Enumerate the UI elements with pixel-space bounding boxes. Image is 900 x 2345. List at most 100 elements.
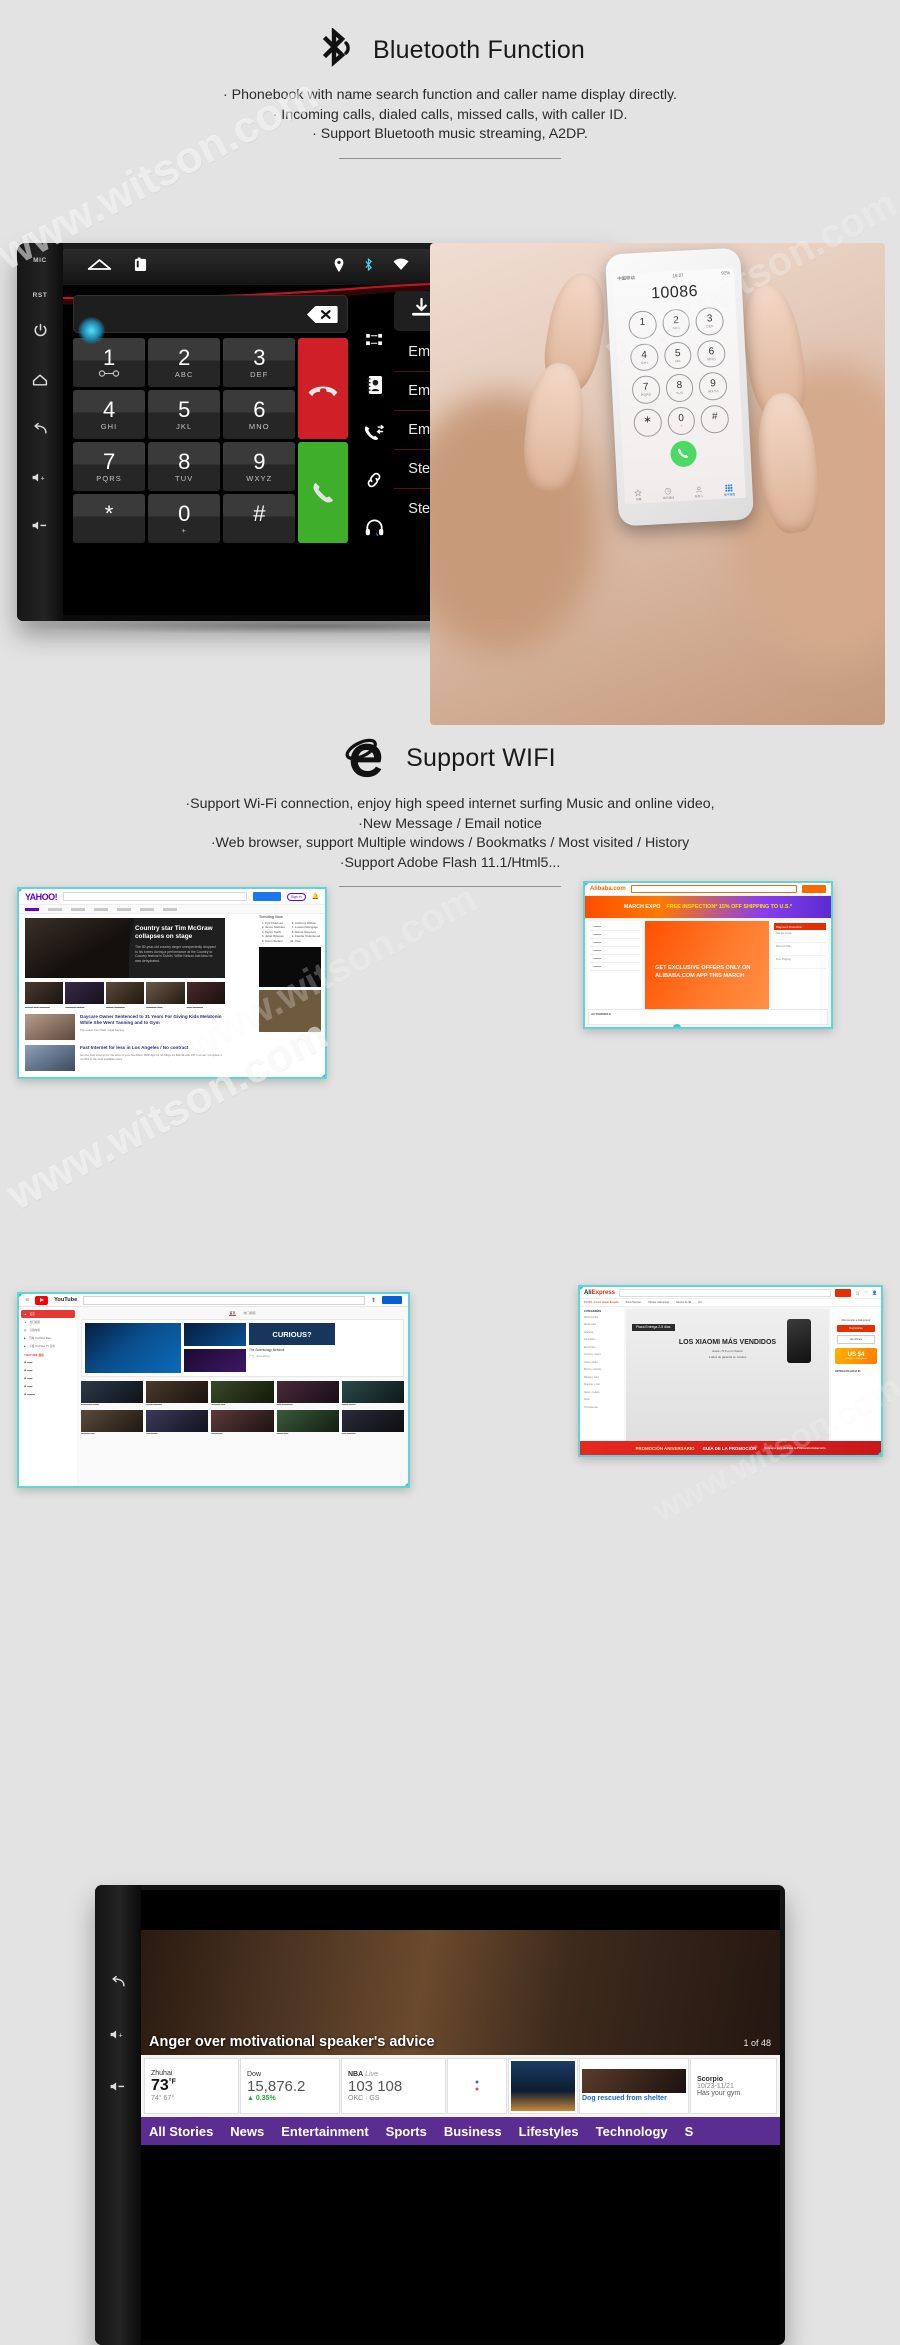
nav-item[interactable]: All Stories (149, 2124, 213, 2139)
nav-item[interactable] (71, 908, 85, 911)
promo-banner[interactable]: PROMOCIÓN ANIVERSARIO GUÍA DE LA PROMOCI… (580, 1441, 881, 1455)
search-button[interactable] (835, 1289, 851, 1297)
dialpad-key[interactable]: 5JKL (663, 341, 692, 370)
nav-item[interactable]: Zona Marcas (626, 1301, 641, 1304)
list-item[interactable]: ▣ ▬▬ (21, 1366, 75, 1374)
list-item[interactable]: Informática (582, 1337, 622, 1345)
list-item[interactable]: ▣ ▬▬▬ (21, 1390, 75, 1398)
trending-item[interactable]: Gwen Stefani (265, 939, 285, 943)
nav-item[interactable] (48, 908, 62, 911)
nav-item[interactable]: Entertainment (281, 2124, 368, 2139)
list-item[interactable]: Casa y jardín (582, 1359, 622, 1367)
list-item[interactable]: ▪ ▬▬▬ (590, 955, 640, 963)
list-item[interactable]: Discount 799+ (774, 943, 826, 956)
nav-item[interactable]: DIY (698, 1301, 702, 1304)
sports-card[interactable]: NBA Live 103 108 OKC · GS (341, 2058, 446, 2114)
volume-up-icon[interactable]: + (31, 471, 50, 489)
sidebar-item-red[interactable]: ▶ 已购 YouTube Red (21, 1334, 75, 1342)
nav-item[interactable] (163, 908, 177, 911)
aliexpress-hero[interactable]: Plaza Entrega 2-5 días LOS XIAOMI MÁS VE… (626, 1309, 829, 1453)
list-item[interactable]: Joyería y relojes (582, 1352, 622, 1360)
dialpad-key[interactable]: 5JKL (148, 390, 220, 439)
sidebar-item-home[interactable]: ▲ 首页 (21, 1310, 75, 1318)
dialpad-key[interactable]: 9WXYZ (223, 442, 295, 491)
call-log-icon[interactable] (364, 424, 384, 446)
dialpad-key[interactable]: 8TUV (665, 374, 694, 403)
dialpad-key[interactable]: 3DEF (695, 307, 724, 336)
dialpad-key[interactable]: 2ABC (148, 338, 220, 387)
nav-item[interactable] (117, 908, 131, 911)
volume-down-icon[interactable] (109, 2080, 128, 2098)
back-icon[interactable] (32, 422, 49, 441)
list-item[interactable]: ▬▬▬ ▬▬ ▬▬▬▬ (25, 982, 63, 1009)
backspace-icon[interactable] (306, 305, 338, 324)
yahoo-hero[interactable]: Country star Tim McGraw collapses on sta… (25, 918, 225, 978)
contacts-icon[interactable] (366, 376, 382, 399)
list-item[interactable]: ▪ ▬▬▬ (590, 931, 640, 939)
nav-item[interactable]: PLAZA, envíos desde España (584, 1301, 619, 1304)
dialpad-key[interactable]: 3DEF (223, 338, 295, 387)
dialpad-key[interactable]: 8TUV (148, 442, 220, 491)
yahoo-article[interactable]: Fast Internet for less in Los Angeles / … (25, 1045, 225, 1071)
dialpad-key[interactable]: 7PQRS (73, 442, 145, 491)
automobile-section[interactable]: AUTOMOBILE (588, 1009, 828, 1025)
list-item[interactable]: ▬▬▬ ▬▬ (277, 1410, 339, 1436)
dialpad-key[interactable]: # (700, 405, 729, 434)
list-item[interactable]: ▬▬ ▬▬▬▬▬ (277, 1381, 339, 1407)
wishlist-icon[interactable]: ♡ (864, 1290, 868, 1295)
dialpad-key[interactable]: 6MNO (697, 339, 726, 368)
alibaba-browser-panel[interactable]: Alibaba.com MARCH EXPO FREE INSPECTION* … (583, 881, 833, 1029)
nav-item[interactable]: S (685, 2124, 694, 2139)
list-item[interactable]: ▬▬▬▬▬ (211, 1410, 273, 1436)
search-button[interactable] (253, 892, 281, 901)
list-item[interactable]: Moda mujer (582, 1322, 622, 1330)
list-item[interactable]: ▬▬▬▬ ▬▬ (211, 1381, 273, 1407)
nav-item[interactable]: Technology (596, 2124, 668, 2139)
stock-card[interactable]: Dow 15,876.2 ▲ 0.35% (240, 2058, 340, 2114)
headset-icon[interactable] (365, 519, 384, 542)
list-item[interactable]: ▬▬▬ ▬▬▬▬ (146, 1381, 208, 1407)
social-card[interactable]: ●● (447, 2058, 507, 2114)
search-input[interactable]: 小卡 (83, 1296, 365, 1305)
dialpad-key[interactable]: 4GHI (630, 343, 659, 372)
search-input[interactable] (619, 1289, 831, 1297)
dialpad-key[interactable]: 1 (73, 338, 145, 387)
list-item[interactable]: Salud y belleza (582, 1389, 622, 1397)
list-item[interactable]: ▪ ▬▬▬ (590, 947, 640, 955)
dialpad-icon[interactable] (366, 333, 383, 351)
account-icon[interactable]: 👤 (872, 1290, 877, 1295)
list-item[interactable]: Mamás y bebé (582, 1374, 622, 1382)
list-item[interactable]: Teléfonía (582, 1329, 622, 1337)
list-item[interactable]: ▣ ▬▬ (21, 1358, 75, 1366)
list-item[interactable]: ▬▬▬ ▬▬▬▬ (106, 982, 144, 1009)
back-icon[interactable] (110, 1975, 127, 1994)
trending-item[interactable]: Visa (295, 939, 320, 943)
dialpad-key[interactable]: * (73, 494, 145, 543)
nav-item[interactable] (140, 908, 154, 911)
search-button[interactable] (802, 885, 826, 893)
list-item[interactable]: ▬▬▬▬ ▬▬ (81, 1410, 143, 1436)
nav-item[interactable]: News (230, 2124, 264, 2139)
aliexpress-browser-panel[interactable]: AliExpress 🛒 ♡ 👤 PLAZA, envíos desde Esp… (578, 1285, 883, 1457)
tab-favorites[interactable]: 收藏 (635, 489, 643, 501)
list-item[interactable]: ▬▬ ▬▬▬▬ (342, 1410, 404, 1436)
home-icon[interactable] (87, 257, 112, 277)
yahoo-article[interactable]: Daycare Owner Sentenced to 31 Years For … (25, 1014, 225, 1040)
advertisement[interactable] (259, 947, 321, 987)
list-item[interactable]: Moda hombre (582, 1314, 622, 1322)
signin-button[interactable] (382, 1296, 402, 1304)
video-card[interactable]: Dog rescued from shelter (579, 2058, 689, 2114)
dialpad-key[interactable]: 7PQRS (631, 375, 660, 404)
tab-contacts[interactable]: 联系人 (694, 486, 703, 498)
nav-item[interactable] (25, 908, 39, 911)
weather-card[interactable]: Zhuhai 73°F 74° 67° (144, 2058, 239, 2114)
list-item[interactable]: ▬▬▬▬ ▬▬ (146, 982, 184, 1009)
yahoo-browser-panel[interactable]: YAHOO! Sign In 🔔 Country star Tim McGraw… (17, 887, 327, 1079)
advertisement[interactable] (259, 990, 321, 1032)
list-item[interactable]: Sample Center (774, 930, 826, 943)
dialpad-key[interactable]: ∗ (633, 408, 662, 437)
nav-item[interactable]: Sports (386, 2124, 427, 2139)
sidebar-item-tv[interactable]: ▶ 下载 YouTube TV 应用 (21, 1342, 75, 1350)
apps-icon[interactable] (134, 257, 147, 277)
list-item[interactable]: ▣ ▬▬ (21, 1374, 75, 1382)
